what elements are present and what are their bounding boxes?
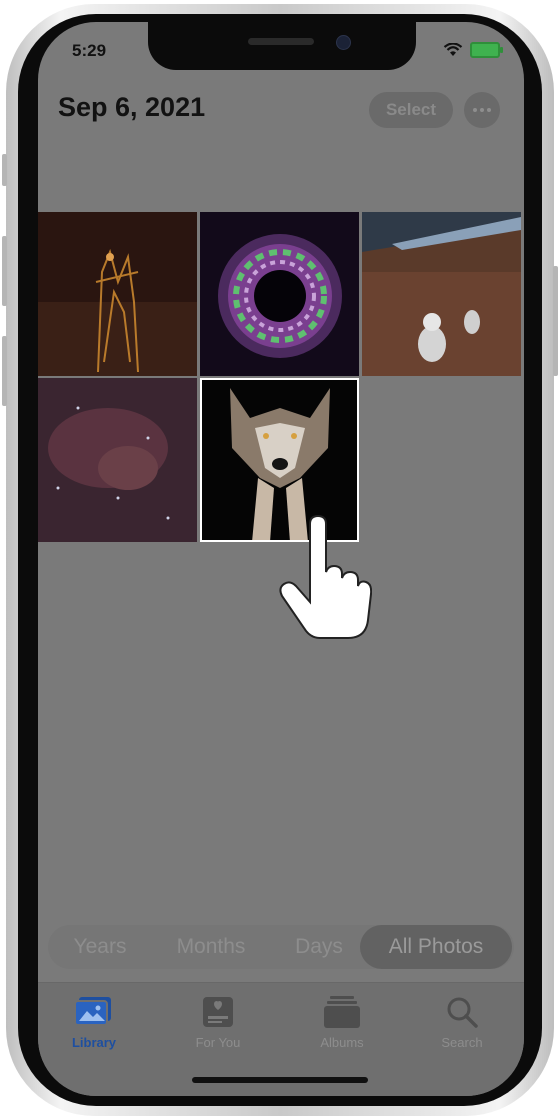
photo-nebula[interactable] bbox=[38, 378, 197, 542]
albums-icon bbox=[324, 996, 360, 1028]
speaker bbox=[248, 38, 314, 45]
search-icon bbox=[447, 997, 478, 1028]
tab-library-label: Library bbox=[71, 1035, 117, 1050]
volume-up-button bbox=[2, 236, 7, 306]
photo-astronaut-mars[interactable] bbox=[362, 212, 521, 376]
select-button[interactable]: Select bbox=[369, 92, 453, 128]
tab-search[interactable]: Search bbox=[412, 993, 512, 1050]
tab-for-you[interactable]: For You bbox=[168, 993, 268, 1050]
days-tab[interactable]: Days bbox=[274, 925, 364, 969]
photo-fire-figure[interactable] bbox=[38, 212, 197, 376]
tab-library[interactable]: Library bbox=[44, 993, 144, 1050]
library-icon bbox=[75, 997, 111, 1026]
months-tab[interactable]: Months bbox=[158, 925, 264, 969]
view-switcher: Years Months Days All Photos bbox=[48, 925, 514, 969]
power-button bbox=[553, 266, 558, 376]
home-indicator[interactable] bbox=[192, 1077, 368, 1083]
all-photos-tab[interactable]: All Photos bbox=[360, 925, 512, 969]
tab-albums-label: Albums bbox=[320, 1035, 364, 1050]
dot-icon bbox=[487, 108, 491, 112]
photo-swirl[interactable] bbox=[200, 212, 359, 376]
for-you-icon bbox=[203, 997, 233, 1027]
screen: 5:29 Sep 6, 2021 Select Years Months Day… bbox=[38, 22, 524, 1096]
battery-icon bbox=[470, 42, 503, 58]
volume-down-button bbox=[2, 336, 7, 406]
tap-hand-icon bbox=[279, 514, 372, 639]
tab-albums[interactable]: Albums bbox=[292, 993, 392, 1050]
dot-icon bbox=[480, 108, 484, 112]
status-time: 5:29 bbox=[72, 41, 107, 60]
tab-search-label: Search bbox=[441, 1035, 483, 1050]
tab-for-you-label: For You bbox=[195, 1035, 241, 1050]
wifi-icon bbox=[443, 43, 463, 56]
page-title: Sep 6, 2021 bbox=[58, 92, 206, 122]
dot-icon bbox=[473, 108, 477, 112]
status-icons bbox=[443, 42, 503, 58]
front-camera bbox=[336, 35, 351, 50]
notch bbox=[148, 22, 416, 70]
more-options-button[interactable] bbox=[464, 92, 500, 128]
silent-switch bbox=[2, 154, 7, 186]
years-tab[interactable]: Years bbox=[48, 925, 152, 969]
